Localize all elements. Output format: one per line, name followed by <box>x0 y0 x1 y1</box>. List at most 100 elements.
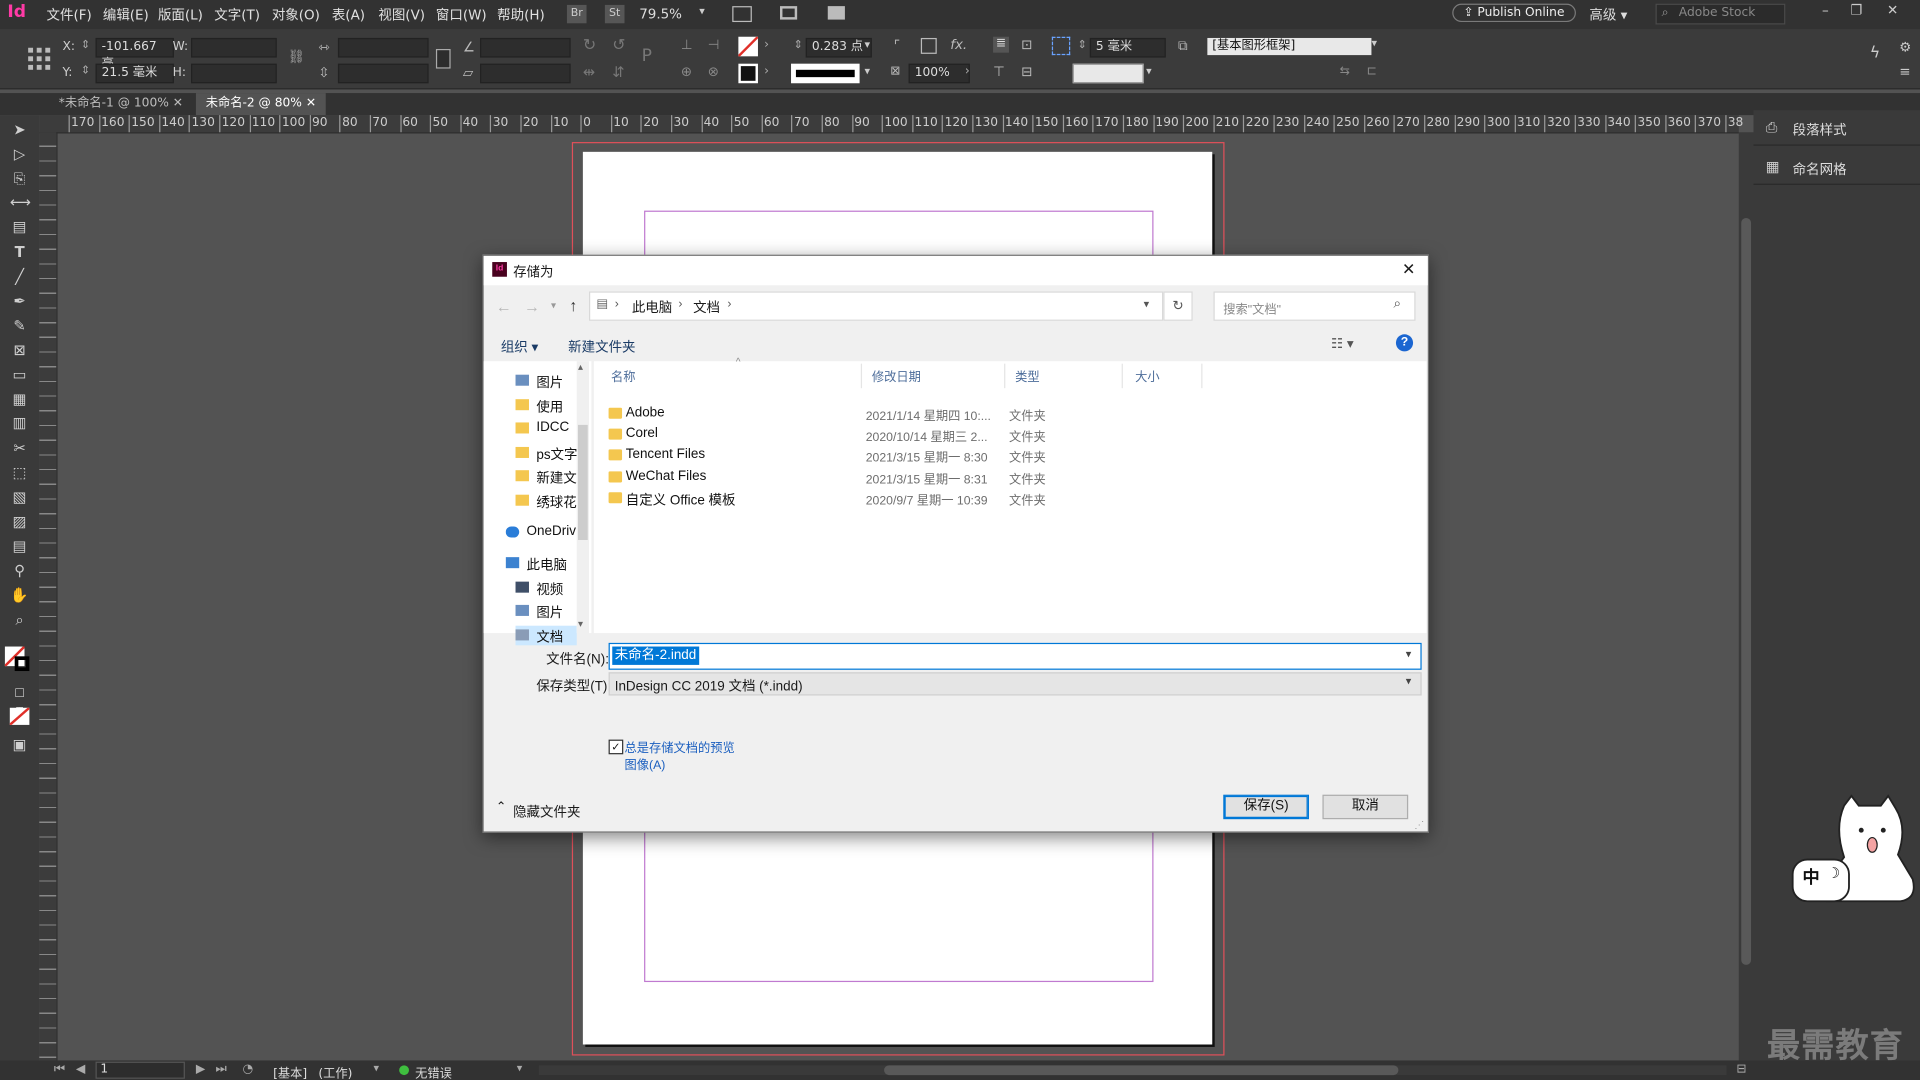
stroke-swatch[interactable] <box>738 63 758 84</box>
fill-swatch[interactable] <box>737 35 759 58</box>
gradient-swatch-tool-icon[interactable]: ▧ <box>10 487 30 507</box>
filename-dropdown-icon[interactable]: ▾ <box>1406 648 1412 661</box>
help-icon[interactable]: ? <box>1395 334 1414 352</box>
bridge-button[interactable]: Br <box>566 4 587 24</box>
preflight-icon[interactable]: ◔ <box>242 1063 253 1076</box>
zoom-tool-icon[interactable]: ⌕ <box>10 610 30 630</box>
menu-file[interactable]: 文件(F) <box>47 5 92 25</box>
zoom-level[interactable]: 79.5% <box>639 6 682 22</box>
select-content-icon[interactable]: ⊣ <box>708 37 720 53</box>
gap-field[interactable]: 5 毫米 <box>1089 37 1166 58</box>
gap-tool-icon[interactable]: ⟷ <box>10 192 31 212</box>
constrain-proportions-icon[interactable]: ⛓ <box>288 49 305 65</box>
eyedropper-tool-icon[interactable]: ⚲ <box>10 561 30 581</box>
nav-item[interactable]: 新建文 <box>515 467 577 487</box>
screen-mode-icon[interactable] <box>732 6 752 23</box>
panel-named-grids[interactable]: ▦ 命名网格 <box>1753 152 1920 185</box>
preview-checkbox[interactable]: ✓ <box>608 739 624 755</box>
menu-type[interactable]: 文字(T) <box>214 5 260 25</box>
fill-menu-icon[interactable]: › <box>764 38 769 51</box>
first-page-icon[interactable]: ⏮ <box>54 1063 65 1076</box>
column-field[interactable] <box>1072 63 1144 84</box>
nav-item[interactable]: 图片 <box>515 602 577 621</box>
scissors-tool-icon[interactable]: ✂ <box>10 438 30 458</box>
next-page-icon[interactable]: ▶ <box>196 1063 205 1076</box>
gradient-feather-tool-icon[interactable]: ▨ <box>10 512 30 532</box>
select-container-icon[interactable]: ⊥ <box>681 37 693 53</box>
x-field[interactable]: -101.667 毫 <box>95 37 174 71</box>
resize-grip-icon[interactable]: ⋰ <box>1414 819 1424 830</box>
column-name[interactable]: 名称 <box>611 366 635 384</box>
content-collector-icon[interactable]: ▤ <box>10 217 30 237</box>
dialog-search-box[interactable]: 搜索"文档" ⌕ <box>1213 291 1416 321</box>
rotate-cw-icon[interactable]: ↻ <box>583 37 596 55</box>
menu-help[interactable]: 帮助(H) <box>497 5 545 25</box>
nav-item[interactable]: 此电脑 <box>505 554 577 573</box>
y-stepper-icon[interactable]: ⇕ <box>81 65 90 77</box>
stroke-type-dropdown[interactable] <box>791 63 860 84</box>
organize-menu[interactable]: 组织 ▾ <box>501 337 538 357</box>
publish-online-button[interactable]: ⇪ Publish Online <box>1452 3 1576 23</box>
menu-layout[interactable]: 版面(L) <box>158 5 203 25</box>
column-size[interactable]: 大小 <box>1135 366 1159 384</box>
stroke-menu-icon[interactable]: › <box>764 65 769 78</box>
save-button[interactable]: 保存(S) <box>1223 794 1309 820</box>
nav-item[interactable]: 图片 <box>515 371 577 391</box>
address-bar[interactable]: ▤ › 此电脑 › 文档 › ▾ <box>588 291 1164 321</box>
w-field[interactable] <box>191 37 277 58</box>
arrange-documents-icon[interactable] <box>827 6 845 20</box>
previous-page-icon[interactable]: ◀ <box>76 1063 85 1076</box>
constrain-scale-icon[interactable] <box>435 48 451 69</box>
breadcrumb-documents[interactable]: 文档 <box>693 298 720 318</box>
menu-table[interactable]: 表(A) <box>332 5 365 25</box>
pencil-tool-icon[interactable]: ✎ <box>10 316 30 336</box>
object-style-dropdown-icon[interactable]: ▾ <box>1371 38 1377 50</box>
scale-y-field[interactable] <box>337 63 429 84</box>
nav-item[interactable]: OneDriv <box>505 522 577 542</box>
pen-tool-icon[interactable]: ✒ <box>10 291 30 311</box>
preview-checkbox-label-line1[interactable]: 总是存储文档的预览 <box>624 737 734 755</box>
horizontal-scrollbar[interactable] <box>538 1065 1727 1076</box>
opacity-field[interactable]: 100% <box>908 63 970 84</box>
auto-fit-icon[interactable] <box>1051 36 1071 56</box>
nav-item[interactable]: 绣球花 <box>515 491 577 511</box>
save-type-select[interactable]: InDesign CC 2019 文档 (*.indd) ▾ <box>608 672 1422 696</box>
page-tool-icon[interactable]: ⎘ <box>10 169 30 189</box>
restore-icon[interactable]: ❐ <box>1850 2 1862 18</box>
h-field[interactable] <box>191 63 277 84</box>
shear-angle-field[interactable] <box>480 63 571 84</box>
tab-untitled-2[interactable]: 未命名-2 @ 80% ✕ <box>195 93 326 116</box>
zoom-dropdown-icon[interactable]: ▾ <box>699 6 705 18</box>
reference-point-icon[interactable] <box>27 47 51 71</box>
back-icon[interactable]: ← <box>496 298 512 316</box>
path-selection-icon[interactable]: P <box>642 47 652 67</box>
panel-menu-icon[interactable]: ≡ <box>1899 64 1910 80</box>
clear-overrides-icon[interactable]: ⇆ <box>1340 65 1350 78</box>
quick-apply-icon[interactable]: ϟ <box>1870 44 1881 62</box>
stroke-type-dropdown-icon[interactable]: ▾ <box>864 66 870 78</box>
y-field[interactable]: 21.5 毫米 <box>95 63 174 84</box>
horizontal-grid-tool-icon[interactable]: ▦ <box>10 389 30 409</box>
screen-mode-tool-icon[interactable]: ▣ <box>10 735 30 755</box>
vertical-grid-tool-icon[interactable]: ▥ <box>10 413 30 433</box>
file-row[interactable]: Tencent Files 2021/3/15 星期一 8:30 文件夹 <box>604 445 1118 466</box>
hide-folders-chevron-icon[interactable]: ⌃ <box>496 801 506 814</box>
formatting-affects-container-icon[interactable]: □ T <box>10 683 30 719</box>
stock-search-box[interactable]: ⌕ Adobe Stock <box>1655 3 1786 25</box>
view-options-icon[interactable] <box>780 6 798 20</box>
select-previous-icon[interactable]: ⊕ <box>681 64 692 80</box>
save-type-dropdown-icon[interactable]: ▾ <box>1406 675 1412 688</box>
file-row[interactable]: Adobe 2021/1/14 星期四 10:... 文件夹 <box>604 403 1118 424</box>
hide-folders-toggle[interactable]: 隐藏文件夹 <box>513 802 580 822</box>
align-center-icon[interactable]: ⊟ <box>1021 64 1032 80</box>
preflight-profile[interactable]: [基本] <box>273 1063 307 1080</box>
up-folder-icon[interactable]: ↑ <box>569 296 577 314</box>
new-folder-button[interactable]: 新建文件夹 <box>568 337 635 357</box>
menu-window[interactable]: 窗口(W) <box>436 5 487 25</box>
column-type[interactable]: 类型 <box>1015 366 1039 384</box>
x-stepper-icon[interactable]: ⇕ <box>81 39 90 51</box>
note-tool-icon[interactable]: ▤ <box>10 536 30 556</box>
nav-item[interactable]: ps文字 <box>515 443 577 463</box>
cancel-button[interactable]: 取消 <box>1322 794 1409 820</box>
opacity-menu-icon[interactable]: › <box>965 65 970 78</box>
